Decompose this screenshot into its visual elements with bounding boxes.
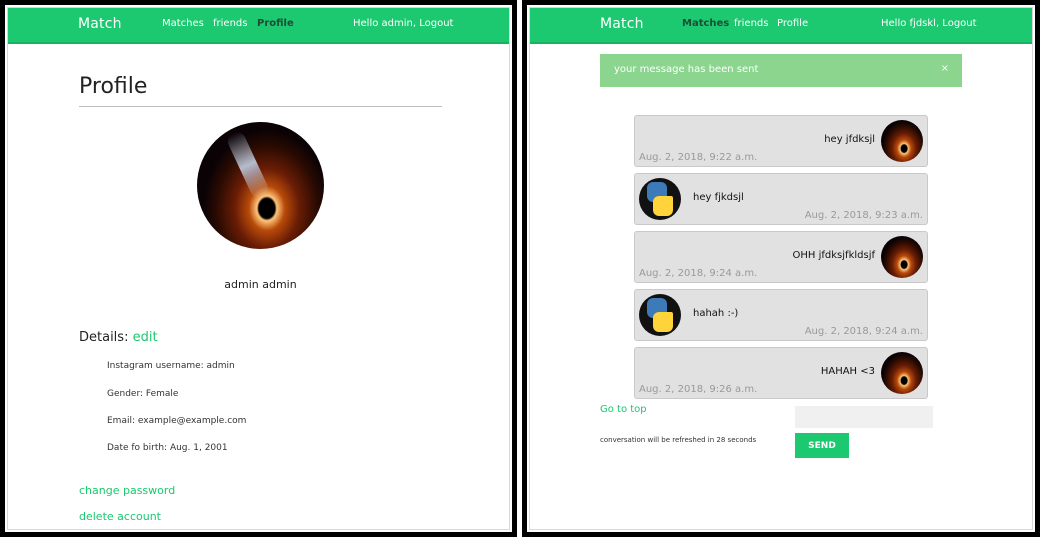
profile-name: admin admin — [224, 278, 297, 291]
user-greeting-logout[interactable]: Hello fjdskl, Logout — [881, 18, 977, 29]
python-logo-icon — [639, 178, 681, 220]
python-logo-icon — [639, 294, 681, 336]
message-bubble: hahah :-) Aug. 2, 2018, 9:24 a.m. — [634, 289, 928, 341]
message-time: Aug. 2, 2018, 9:26 a.m. — [639, 384, 758, 395]
change-password-link[interactable]: change password — [79, 484, 175, 497]
black-hole-icon — [881, 352, 923, 394]
detail-gender: Gender: Female — [107, 389, 179, 399]
profile-page: Match Matches friends Profile Hello admi… — [7, 7, 510, 530]
message-input[interactable] — [795, 406, 933, 428]
close-icon[interactable]: × — [941, 63, 949, 74]
navbar: Match Matches friends Profile Hello admi… — [8, 8, 509, 44]
message-text: hahah :-) — [693, 308, 739, 319]
title-divider — [79, 106, 442, 107]
message-time: Aug. 2, 2018, 9:24 a.m. — [804, 326, 923, 337]
message-text: hey jfdksjl — [824, 134, 875, 145]
details-heading: Details: edit — [79, 330, 158, 345]
nav-matches[interactable]: Matches — [682, 18, 729, 29]
nav-friends[interactable]: friends — [213, 18, 247, 29]
user-greeting-logout[interactable]: Hello admin, Logout — [353, 18, 453, 29]
message-bubble: hey jfdksjl Aug. 2, 2018, 9:22 a.m. — [634, 115, 928, 167]
edit-link[interactable]: edit — [133, 330, 158, 345]
black-hole-icon — [881, 236, 923, 278]
nav-matches[interactable]: Matches — [162, 18, 204, 29]
message-text: OHH jfdksjfkldsjf — [792, 250, 875, 261]
nav-friends[interactable]: friends — [734, 18, 768, 29]
delete-account-link[interactable]: delete account — [79, 510, 161, 523]
message-bubble: HAHAH <3 Aug. 2, 2018, 9:26 a.m. — [634, 347, 928, 399]
profile-window: Match Matches friends Profile Hello admi… — [0, 0, 517, 537]
navbar: Match Matches friends Profile Hello fjds… — [530, 8, 1032, 44]
brand-logo[interactable]: Match — [78, 16, 122, 32]
page-title: Profile — [79, 74, 148, 99]
message-text: HAHAH <3 — [820, 366, 875, 377]
message-time: Aug. 2, 2018, 9:24 a.m. — [639, 268, 758, 279]
message-bubble: hey fjkdsjl Aug. 2, 2018, 9:23 a.m. — [634, 173, 928, 225]
alert-text: your message has been sent — [614, 64, 759, 75]
details-label: Details: — [79, 330, 129, 345]
profile-avatar — [197, 122, 324, 249]
black-hole-icon — [881, 120, 923, 162]
message-time: Aug. 2, 2018, 9:22 a.m. — [639, 152, 758, 163]
detail-email: Email: example@example.com — [107, 416, 247, 426]
chat-page: Match Matches friends Profile Hello fjds… — [529, 7, 1033, 530]
nav-profile[interactable]: Profile — [257, 18, 294, 29]
go-to-top-link[interactable]: Go to top — [600, 404, 647, 415]
chat-window: Match Matches friends Profile Hello fjds… — [522, 0, 1040, 537]
detail-instagram: Instagram username: admin — [107, 361, 235, 371]
nav-profile[interactable]: Profile — [777, 18, 808, 29]
send-button[interactable]: SEND — [795, 433, 849, 458]
brand-logo[interactable]: Match — [600, 16, 644, 32]
message-bubble: OHH jfdksjfkldsjf Aug. 2, 2018, 9:24 a.m… — [634, 231, 928, 283]
detail-birthdate: Date fo birth: Aug. 1, 2001 — [107, 443, 228, 453]
refresh-countdown: conversation will be refreshed in 28 sec… — [600, 436, 757, 444]
message-text: hey fjkdsjl — [693, 192, 744, 203]
message-time: Aug. 2, 2018, 9:23 a.m. — [804, 210, 923, 221]
success-alert: your message has been sent × — [600, 54, 962, 87]
